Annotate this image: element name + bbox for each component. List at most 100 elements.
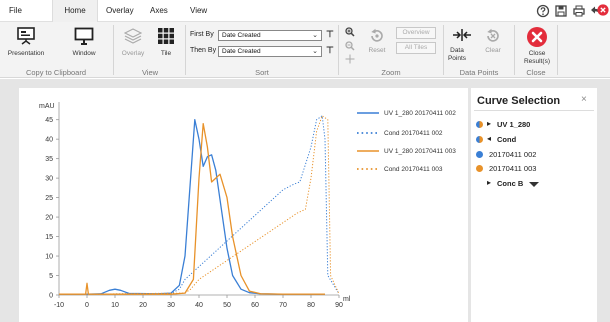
window-button[interactable]: Window [64,24,104,64]
presentation-button[interactable]: Presentation [2,24,50,64]
chromatogram-chart[interactable]: 051015202530354045-10 0 10 20 30 40 50 60 70 80 90… [19,88,468,322]
reset-zoom-icon [371,28,383,42]
then-by-label: Then By [190,47,217,54]
first-by-select[interactable]: Date Created ⌄ [218,30,322,41]
close-app-icon[interactable] [597,4,609,16]
zoom-in-icon[interactable] [345,27,355,37]
legend-label: Cond 20170411 002 [384,130,443,137]
close-results-icon [527,27,547,47]
close-group-label: Close [526,68,546,77]
y-tick-label: 5 [49,273,53,280]
legend-label: Cond 20170411 003 [384,166,443,173]
curve-item-label[interactable]: UV 1_280 [497,120,530,129]
data-points-group-label: Data Points [459,68,499,77]
x-tick-label: 50 [223,302,231,309]
overview-button[interactable]: Overview [396,27,436,39]
x-tick-label: 20 [139,302,147,309]
y-tick-label: 15 [45,234,53,241]
curve-color-marker [476,165,483,172]
data-points-button[interactable]: Data Points [447,24,477,66]
menu-axes[interactable]: Axes [150,0,168,22]
x-axis-label: ml [343,296,351,303]
reset-label: Reset [368,47,386,54]
curve-item-label[interactable]: 20170411 003 [489,164,536,173]
first-by-label: First By [190,31,214,38]
menu-bar: File Home Overlay Axes View [0,0,610,22]
series-line-3 [59,122,325,295]
x-tick-label: 70 [279,302,287,309]
curve-selection-panel: Curve Selection × ▸ UV 1_280 ◂ Cond 20170411… [471,88,597,322]
presentation-label: Presentation [7,50,45,57]
close-results-button[interactable]: Close Result(s) [517,24,557,66]
expand-more-icon[interactable] [529,182,539,187]
y-tick-label: 40 [45,137,53,144]
curve-item-label[interactable]: 20170411 002 [489,150,536,159]
y-tick-label: 25 [45,195,53,202]
pan-icon[interactable] [345,54,355,64]
expand-arrow-icon[interactable]: ▸ [487,178,491,187]
zoom-out-icon[interactable] [345,41,355,51]
y-tick-label: 35 [45,156,53,163]
series-line-1 [59,119,325,295]
sort-group-label: Sort [255,68,269,77]
panel-divider [474,110,594,111]
first-by-value: Date Created [222,32,261,39]
group-divider [557,25,558,75]
sort-direction-icon[interactable]: ⊤ [326,29,334,40]
menu-overlay[interactable]: Overlay [106,0,134,22]
view-group-label: View [141,68,159,77]
print-icon[interactable] [572,4,586,18]
monitor-icon [74,27,94,45]
overlay-label: Overlay [121,50,145,57]
menu-home[interactable]: Home [52,0,98,22]
tile-grid-icon [158,28,174,44]
y-tick-label: 45 [45,117,53,124]
close-icon[interactable]: × [581,94,587,105]
all-tiles-button[interactable]: All Tiles [396,42,436,54]
chevron-down-icon: ⌄ [312,32,318,39]
y-tick-label: 10 [45,254,53,261]
curve-item-label[interactable]: Conc B [497,179,523,188]
y-tick-label: 30 [45,176,53,183]
help-icon[interactable] [536,4,550,18]
data-points-icon [453,29,471,41]
overlay-icon [124,28,142,44]
x-tick-label: 80 [307,302,315,309]
presentation-icon [17,27,35,45]
copy-to-clipboard-group-label: Copy to Clipboard [25,68,87,77]
reset-button[interactable]: Reset [363,26,391,58]
x-tick-label: 10 [111,302,119,309]
y-tick-label: 20 [45,215,53,222]
curve-color-marker [476,151,483,158]
curve-item-label[interactable]: Cond [497,135,516,144]
overlay-button[interactable]: Overlay [116,24,150,64]
ribbon: Presentation Window Copy to Clipboard Ov… [0,22,610,78]
menu-file[interactable]: File [9,0,22,22]
x-tick-label: 90 [335,302,343,309]
tile-button[interactable]: Tile [152,24,180,64]
clear-button[interactable]: Clear [480,24,506,64]
curve-selection-title: Curve Selection [477,95,561,107]
chevron-down-icon: ⌄ [312,48,318,55]
x-tick-label: 30 [167,302,175,309]
then-by-select[interactable]: Date Created ⌄ [218,46,322,57]
x-tick-label: -10 [54,302,64,309]
curve-color-marker [476,136,483,143]
window-label: Window [72,50,96,57]
y-tick-label: 0 [49,293,53,300]
x-tick-label: 0 [85,302,89,309]
clear-icon [487,28,499,42]
chromatogram-panel: 0 5 10 15 20 25 30 35 40 45 -10 0 10 20 30 40 50 60 70 80 90… [19,88,468,322]
legend-label: UV 1_280 20170411 002 [384,110,456,117]
menu-view[interactable]: View [190,0,207,22]
x-tick-label: 60 [251,302,259,309]
x-tick-label: 40 [195,302,203,309]
expand-arrow-icon[interactable]: ◂ [487,134,491,143]
tile-label: Tile [160,50,172,57]
sort-direction-icon[interactable]: ⊤ [326,45,334,56]
save-icon[interactable] [554,4,568,18]
data-points-label: Data Points [447,47,467,62]
close-results-label: Close Result(s) [523,50,550,65]
expand-arrow-icon[interactable]: ▸ [487,119,491,128]
then-by-value: Date Created [222,48,261,55]
